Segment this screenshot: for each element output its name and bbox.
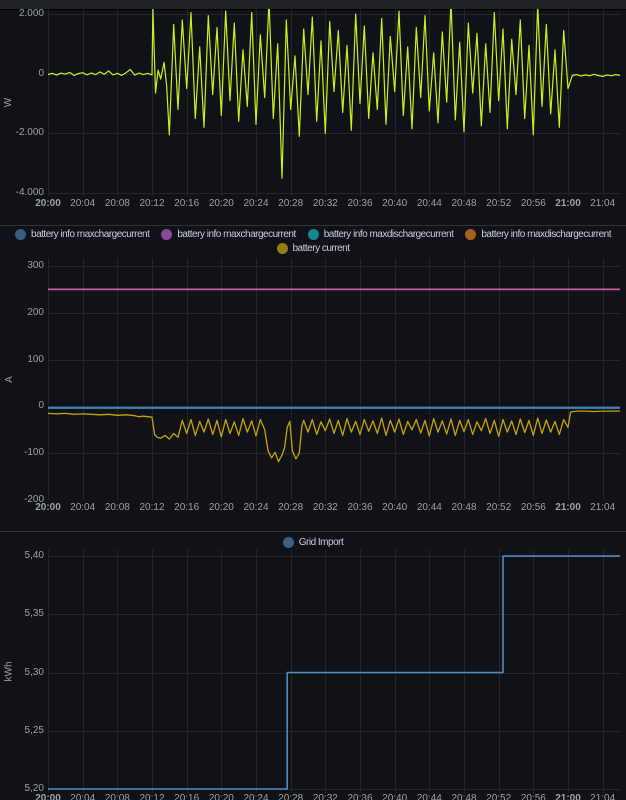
series-line-battery-current	[48, 410, 620, 463]
legend-label: battery info maxchargecurrent	[177, 229, 296, 240]
legend-color-dot	[465, 229, 477, 240]
plot-area-1[interactable]	[48, 258, 620, 500]
y-tick-label: -4.000	[15, 187, 44, 199]
legend-label: Grid Import	[298, 537, 344, 548]
legend-color-dot	[15, 229, 27, 240]
legend-color-dot	[282, 537, 294, 548]
y-tick-label: 5,25	[24, 724, 44, 736]
y-axis-ticks: 5,40 5,35 5,30 5,25 5,20	[0, 550, 44, 794]
plot-area-0[interactable]	[48, 9, 620, 196]
legend-label: battery current	[292, 243, 350, 254]
y-tick-label: 5,40	[24, 550, 44, 562]
legend-battery-current: battery info maxchargecurrent battery inf…	[0, 229, 626, 254]
x-axis-ticks: 20:00 20:04 20:08 20:12 20:16 20:20 20:24 20:28…	[35, 793, 620, 800]
y-tick-label: 200	[27, 306, 44, 318]
legend-label: battery info maxdischargecurrent	[323, 229, 454, 240]
series-line-grid-import	[48, 555, 620, 790]
y-tick-label: -2.000	[15, 127, 44, 139]
legend-item-battery-info-maxdischargecurrent[interactable]: battery info maxdischargecurrent	[465, 229, 611, 240]
grafana-dashboard: W 2.000 0 -2.000 -4.000 20:00 20:04 20:08 20:1…	[0, 0, 626, 800]
x-tick-label: 21:04	[590, 502, 616, 513]
legend-item-battery-current[interactable]: battery current	[276, 243, 350, 254]
y-tick-label: 5,35	[24, 608, 44, 620]
y-tick-label: 0	[38, 67, 44, 79]
legend-item-battery-info-maxchargecurrent[interactable]: battery info maxchargecurrent	[15, 229, 150, 240]
y-tick-label: -100	[23, 447, 44, 459]
panel-divider	[0, 531, 626, 532]
legend-item-battery-info-maxchargecurrent[interactable]: battery info maxchargecurrent	[161, 229, 296, 240]
y-tick-label: 0	[38, 400, 44, 412]
legend-color-dot	[307, 229, 319, 240]
legend-item-battery-info-maxdischargecurrent[interactable]: battery info maxdischargecurrent	[307, 229, 454, 240]
panel-divider	[0, 225, 626, 226]
y-tick-label: 300	[27, 259, 44, 271]
legend-item-grid-import[interactable]: Grid Import	[282, 537, 344, 548]
legend-label: battery info maxchargecurrent	[31, 229, 150, 240]
legend-color-dot	[276, 243, 288, 254]
x-tick-label: 21:04	[590, 198, 616, 209]
y-axis-ticks: 2.000 0 -2.000 -4.000	[0, 8, 44, 199]
plot-area-2[interactable]	[48, 550, 620, 793]
x-axis-ticks: 20:00 20:04 20:08 20:12 20:16 20:20 20:24 20:28…	[35, 198, 620, 210]
legend-label: battery info maxdischargecurrent	[481, 229, 611, 240]
x-tick-label: 21:04	[590, 793, 616, 800]
x-axis-ticks: 20:00 20:04 20:08 20:12 20:16 20:20 20:24 20:28…	[35, 502, 620, 514]
y-tick-label: 100	[27, 353, 44, 365]
legend-color-dot	[161, 229, 173, 240]
y-tick-label: 2.000	[18, 8, 44, 20]
legend-grid-import: Grid Import	[0, 537, 626, 548]
series-line-battery-power	[48, 9, 620, 179]
y-tick-label: 5,30	[24, 666, 44, 678]
y-axis-ticks: 300 200 100 0 -100 -200	[0, 258, 44, 505]
